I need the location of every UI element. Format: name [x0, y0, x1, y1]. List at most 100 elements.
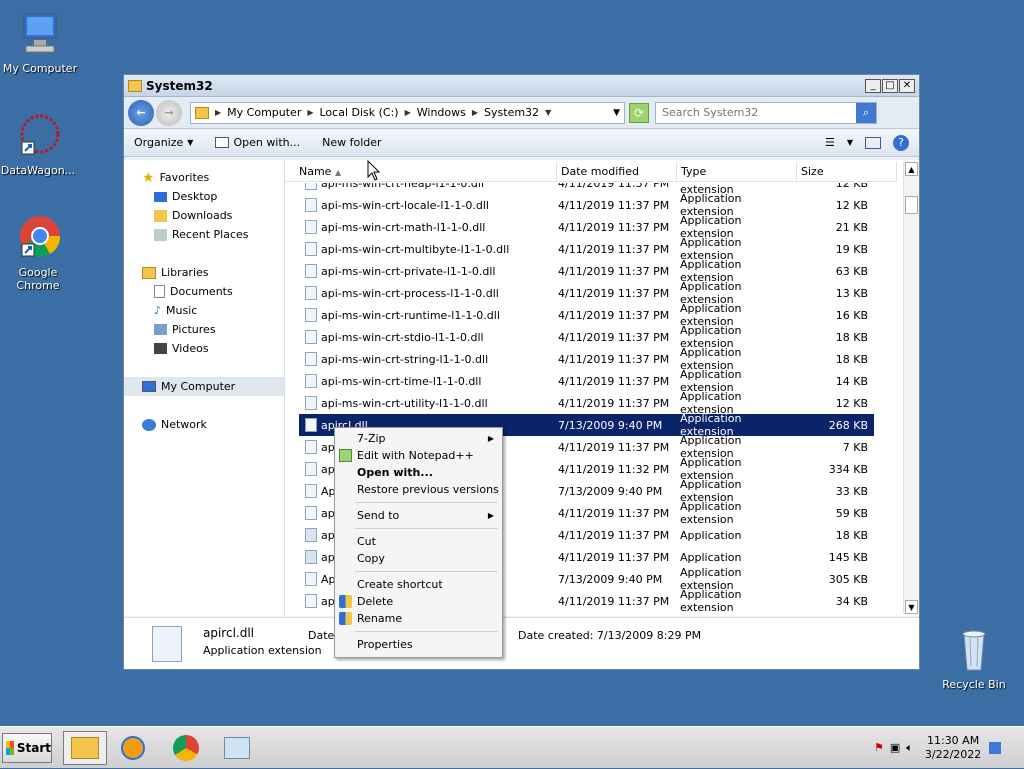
nav-libraries[interactable]: Libraries	[124, 263, 284, 282]
column-name[interactable]: Name ▲	[285, 162, 557, 181]
table-row[interactable]: api-ms-win-crt-math-l1-1-0.dll 4/11/2019 …	[299, 214, 874, 240]
menu-item-7zip[interactable]: 7-Zip ▶	[335, 430, 502, 447]
chevron-right-icon[interactable]: ▶	[405, 108, 411, 117]
column-type[interactable]: Type	[677, 162, 797, 181]
menu-item-edit-notepad[interactable]: Edit with Notepad++	[335, 447, 502, 464]
chevron-down-icon[interactable]: ▼	[847, 138, 853, 147]
chevron-right-icon[interactable]: ▶	[307, 108, 313, 117]
breadcrumb-windows[interactable]: Windows	[417, 106, 466, 119]
taskbar-control-panel[interactable]	[215, 731, 259, 765]
nav-pictures[interactable]: Pictures	[124, 320, 284, 339]
search-icon[interactable]: ⌕	[856, 102, 876, 123]
table-row[interactable]: api-ms-win-crt-runtime-l1-1-0.dll 4/11/20…	[299, 302, 874, 328]
view-options-icon[interactable]: ☰	[825, 136, 835, 149]
chevron-down-icon[interactable]: ▼	[545, 108, 551, 117]
menu-item-properties[interactable]: Properties	[335, 636, 502, 653]
nav-recent-places[interactable]: Recent Places	[124, 225, 284, 244]
maximize-button[interactable]: □	[882, 78, 898, 93]
size-cell: 34 KB	[835, 594, 868, 608]
menu-label: Open with...	[357, 466, 433, 479]
address-history-dropdown[interactable]: ▼	[613, 108, 620, 118]
chevron-right-icon[interactable]: ▶	[215, 108, 221, 117]
desktop-icon-label: My Computer	[2, 62, 78, 75]
dll-file-icon	[305, 352, 317, 366]
column-size[interactable]: Size	[797, 162, 897, 181]
network-status-icon[interactable]: ▣	[890, 741, 900, 755]
size-cell: 12 KB	[835, 396, 868, 410]
nav-downloads[interactable]: Downloads	[124, 206, 284, 225]
show-desktop-icon[interactable]	[989, 742, 1002, 754]
menu-item-restore-previous[interactable]: Restore previous versions	[335, 481, 502, 498]
menu-item-rename[interactable]: Rename	[335, 610, 502, 627]
menu-item-open-with[interactable]: Open with...	[335, 464, 502, 481]
table-row[interactable]: api-ms-win-crt-string-l1-1-0.dll 4/11/201…	[299, 346, 874, 372]
taskbar-media-player[interactable]	[111, 731, 155, 765]
details-file-name: apircl.dll	[203, 626, 255, 640]
table-row[interactable]: api-ms-win-crt-stdio-l1-1-0.dll 4/11/2019…	[299, 324, 874, 350]
nav-favorites[interactable]: ★ Favorites	[124, 168, 284, 187]
new-folder-button[interactable]: New folder	[322, 136, 381, 149]
scroll-up-icon[interactable]: ▲	[905, 162, 918, 176]
column-date-modified[interactable]: Date modified	[557, 162, 677, 181]
taskbar-chrome[interactable]	[164, 731, 208, 765]
explorer-icon	[71, 737, 99, 759]
taskbar: Start ⚑ ▣ 🔈︎ 11:30 AM 3/22/2022	[0, 726, 1024, 768]
refresh-button[interactable]: ⟳	[629, 102, 649, 123]
table-row[interactable]: api-ms-win-crt-multibyte-l1-1-0.dll 4/11/…	[299, 236, 874, 262]
desktop-icon-my-computer[interactable]: My Computer	[0, 10, 80, 75]
dll-file-icon	[305, 506, 317, 520]
clock[interactable]: 11:30 AM 3/22/2022	[925, 734, 981, 762]
date-modified-cell: 4/11/2019 11:37 PM	[558, 308, 670, 322]
table-row[interactable]: api-ms-win-crt-time-l1-1-0.dll 4/11/2019 …	[299, 368, 874, 394]
nav-music[interactable]: ♪ Music	[124, 301, 284, 320]
volume-icon[interactable]: 🔈︎	[906, 741, 913, 755]
menu-item-create-shortcut[interactable]: Create shortcut	[335, 576, 502, 593]
open-with-button[interactable]: Open with...	[215, 136, 300, 149]
menu-label: Edit with Notepad++	[357, 449, 474, 462]
menu-item-cut[interactable]: Cut	[335, 533, 502, 550]
open-with-label: Open with...	[233, 136, 301, 149]
close-button[interactable]: ✕	[899, 78, 915, 93]
menu-item-send-to[interactable]: Send to ▶	[335, 507, 502, 524]
folder-icon	[128, 79, 142, 92]
back-button[interactable]: ←	[128, 99, 154, 126]
menu-label: Delete	[357, 595, 394, 608]
nav-documents[interactable]: Documents	[124, 282, 284, 301]
table-row[interactable]: api-ms-win-crt-locale-l1-1-0.dll 4/11/201…	[299, 192, 874, 218]
title-bar[interactable]: System32 _ □ ✕	[124, 75, 919, 97]
desktop-icon-recycle-bin[interactable]: Recycle Bin	[934, 626, 1014, 691]
search-box[interactable]: ⌕	[655, 101, 877, 124]
search-input[interactable]	[656, 105, 856, 120]
desktop-icon-label: Recycle Bin	[942, 678, 1006, 691]
taskbar-explorer[interactable]	[63, 731, 107, 765]
forward-button[interactable]: →	[156, 99, 182, 126]
start-button[interactable]: Start	[2, 733, 52, 763]
breadcrumb-local-disk[interactable]: Local Disk (C:)	[320, 106, 399, 119]
address-bar[interactable]: ▶ My Computer ▶ Local Disk (C:) ▶ Windows ▶…	[190, 101, 625, 124]
action-center-flag-icon[interactable]: ⚑	[874, 741, 884, 755]
menu-item-copy[interactable]: Copy	[335, 550, 502, 567]
scroll-thumb[interactable]	[905, 196, 918, 214]
nav-network[interactable]: Network	[124, 415, 284, 434]
explorer-window: System32 _ □ ✕ ← → ▶ My Computer ▶ Local …	[123, 74, 920, 670]
preview-pane-icon[interactable]	[865, 136, 881, 149]
minimize-button[interactable]: _	[865, 78, 881, 93]
breadcrumb-my-computer[interactable]: My Computer	[227, 106, 301, 119]
table-row[interactable]: api-ms-win-crt-private-l1-1-0.dll 4/11/20…	[299, 258, 874, 284]
breadcrumb-system32[interactable]: System32	[484, 106, 539, 119]
menu-label: Send to	[357, 509, 400, 522]
help-icon[interactable]: ?	[893, 134, 909, 151]
nav-desktop[interactable]: Desktop	[124, 187, 284, 206]
menu-item-delete[interactable]: Delete	[335, 593, 502, 610]
chevron-right-icon[interactable]: ▶	[472, 108, 478, 117]
nav-my-computer[interactable]: My Computer	[124, 377, 284, 396]
table-row[interactable]: api-ms-win-crt-process-l1-1-0.dll 4/11/20…	[299, 280, 874, 306]
scroll-down-icon[interactable]: ▼	[905, 600, 918, 614]
table-row[interactable]: api-ms-win-crt-utility-l1-1-0.dll 4/11/20…	[299, 390, 874, 416]
nav-videos[interactable]: Videos	[124, 339, 284, 358]
organize-label: Organize	[134, 136, 184, 149]
desktop-icon-datawagon[interactable]: DataWagon...	[0, 112, 78, 177]
vertical-scrollbar[interactable]: ▲ ▼	[903, 162, 919, 614]
organize-button[interactable]: Organize ▼	[134, 136, 193, 149]
desktop-icon-google-chrome[interactable]: Google Chrome	[0, 214, 78, 292]
